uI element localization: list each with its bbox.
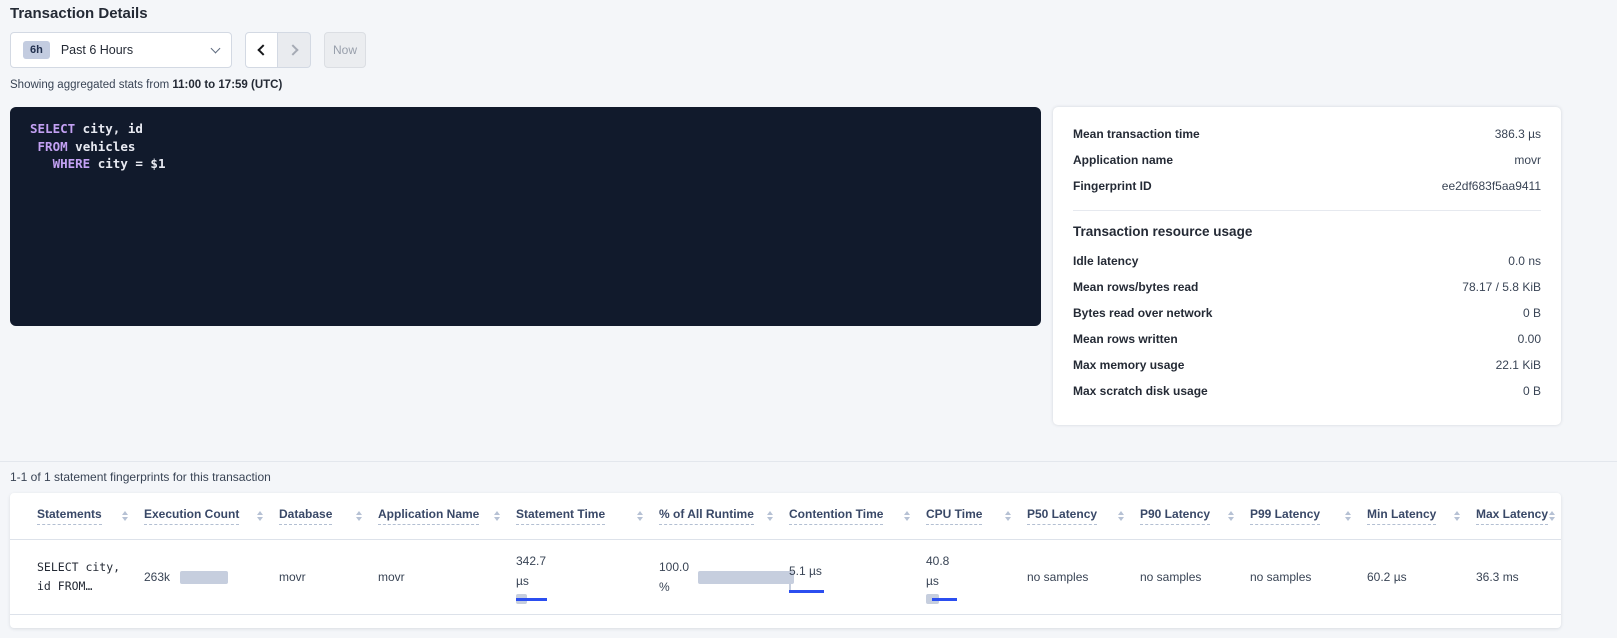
- runtime-bar: [698, 571, 794, 584]
- table-row: SELECT city, id FROM… 263k movr movr 342…: [10, 540, 1561, 615]
- cell-p50-latency: no samples: [1027, 570, 1140, 584]
- resource-row-bytes-read-over-network: Bytes read over network 0 B: [1073, 300, 1541, 326]
- time-range-badge: 6h: [23, 41, 50, 59]
- sort-icon[interactable]: [904, 511, 910, 521]
- sort-icon[interactable]: [122, 511, 128, 521]
- column-header-execution-count[interactable]: Execution Count: [144, 507, 279, 525]
- column-header-percent-of-all-runtime[interactable]: % of All Runtime: [659, 507, 789, 525]
- cell-max-latency: 36.3 ms: [1476, 570, 1561, 584]
- resource-row-mean-rows-bytes-read: Mean rows/bytes read 78.17 / 5.8 KiB: [1073, 274, 1541, 300]
- resource-row-max-scratch-disk-usage: Max scratch disk usage 0 B: [1073, 378, 1541, 404]
- sort-icon[interactable]: [1454, 511, 1460, 521]
- table-header-row: Statements Execution Count Database Appl…: [10, 493, 1561, 540]
- cell-min-latency: 60.2 µs: [1367, 570, 1476, 584]
- chevron-down-icon: [211, 44, 221, 54]
- sql-line: FROM vehicles: [30, 138, 1021, 156]
- column-header-database[interactable]: Database: [279, 507, 378, 525]
- next-interval-button[interactable]: [278, 32, 311, 68]
- sql-statement-box: SELECT city, id FROM vehicles WHERE city…: [10, 107, 1041, 326]
- summary-row-mean-transaction-time: Mean transaction time 386.3 µs: [1073, 121, 1541, 147]
- sql-line: SELECT city, id: [30, 120, 1021, 138]
- cell-percent-of-all-runtime: 100.0 %: [659, 557, 789, 597]
- column-header-p90-latency[interactable]: P90 Latency: [1140, 507, 1250, 525]
- sort-icon[interactable]: [494, 511, 500, 521]
- sort-icon[interactable]: [1345, 511, 1351, 521]
- cell-cpu-time: 40.8 µs: [926, 551, 1027, 604]
- sort-icon[interactable]: [1228, 511, 1234, 521]
- fingerprints-count-caption: 1-1 of 1 statement fingerprints for this…: [10, 470, 271, 484]
- column-header-statements[interactable]: Statements: [37, 507, 144, 525]
- section-divider: [0, 461, 1617, 462]
- stats-time-range: 11:00 to 17:59 (UTC): [172, 79, 282, 91]
- contention-time-bar: [789, 584, 831, 594]
- cell-contention-time: 5.1 µs: [789, 561, 926, 594]
- resource-row-max-memory-usage: Max memory usage 22.1 KiB: [1073, 352, 1541, 378]
- now-button[interactable]: Now: [324, 32, 366, 68]
- column-header-cpu-time[interactable]: CPU Time: [926, 507, 1027, 525]
- sort-icon[interactable]: [1549, 511, 1555, 521]
- cell-execution-count: 263k: [144, 570, 279, 584]
- time-range-dropdown[interactable]: 6h Past 6 Hours: [10, 32, 232, 68]
- resource-usage-title: Transaction resource usage: [1073, 224, 1541, 239]
- resource-row-idle-latency: Idle latency 0.0 ns: [1073, 248, 1541, 274]
- sort-icon[interactable]: [356, 511, 362, 521]
- time-range-label: Past 6 Hours: [61, 43, 133, 57]
- cell-statement-time: 342.7 µs: [516, 551, 659, 604]
- cell-p99-latency: no samples: [1250, 570, 1367, 584]
- sort-icon[interactable]: [637, 511, 643, 521]
- execution-count-bar: [180, 571, 228, 584]
- column-header-contention-time[interactable]: Contention Time: [789, 507, 926, 525]
- time-nav-buttons: [245, 32, 311, 68]
- resource-row-mean-rows-written: Mean rows written 0.00: [1073, 326, 1541, 352]
- column-header-p50-latency[interactable]: P50 Latency: [1027, 507, 1140, 525]
- sql-line: WHERE city = $1: [30, 155, 1021, 173]
- cpu-time-bar: [926, 594, 968, 604]
- cell-database: movr: [279, 570, 378, 584]
- chevron-right-icon: [287, 44, 298, 55]
- chevron-left-icon: [257, 44, 268, 55]
- column-header-statement-time[interactable]: Statement Time: [516, 507, 659, 525]
- sort-icon[interactable]: [1005, 511, 1011, 521]
- sort-icon[interactable]: [767, 511, 773, 521]
- summary-row-application-name: Application name movr: [1073, 147, 1541, 173]
- statement-time-bar: [516, 594, 558, 604]
- summary-row-fingerprint-id: Fingerprint ID ee2df683f5aa9411: [1073, 173, 1541, 199]
- statement-link[interactable]: SELECT city, id FROM…: [37, 558, 120, 596]
- statements-table: Statements Execution Count Database Appl…: [10, 493, 1561, 628]
- cell-p90-latency: no samples: [1140, 570, 1250, 584]
- previous-interval-button[interactable]: [245, 32, 278, 68]
- column-header-min-latency[interactable]: Min Latency: [1367, 507, 1476, 525]
- column-header-max-latency[interactable]: Max Latency: [1476, 507, 1561, 525]
- aggregated-stats-caption: Showing aggregated stats from 11:00 to 1…: [10, 79, 282, 91]
- column-header-p99-latency[interactable]: P99 Latency: [1250, 507, 1367, 525]
- cell-statement: SELECT city, id FROM…: [37, 558, 144, 596]
- page-title: Transaction Details: [10, 5, 148, 22]
- transaction-summary-panel: Mean transaction time 386.3 µs Applicati…: [1053, 107, 1561, 425]
- column-header-application-name[interactable]: Application Name: [378, 507, 516, 525]
- summary-divider: [1073, 210, 1541, 211]
- time-picker: 6h Past 6 Hours Now: [10, 32, 366, 68]
- sort-icon[interactable]: [257, 511, 263, 521]
- sort-icon[interactable]: [1118, 511, 1124, 521]
- cell-application-name: movr: [378, 570, 516, 584]
